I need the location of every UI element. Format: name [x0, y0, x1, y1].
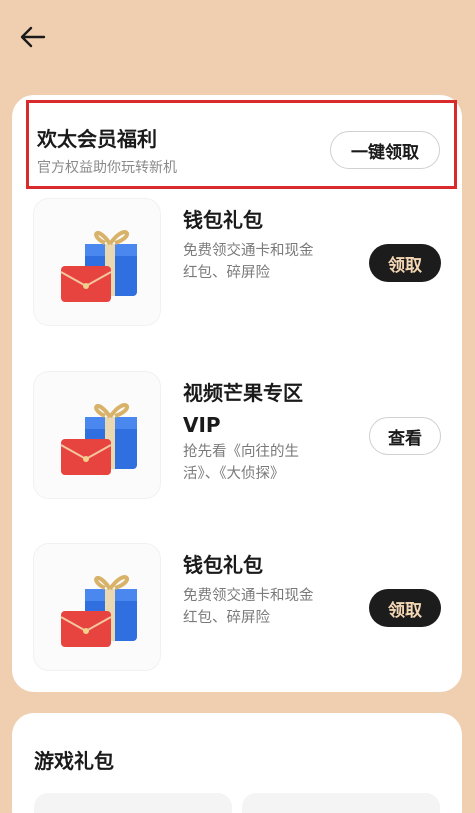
back-arrow-icon	[20, 26, 46, 48]
item-desc-line2: 红包、碎屏险	[183, 265, 270, 281]
list-item: 视频芒果专区 VIP 抢先看《向往的生 活》、《大侦探》 查看	[33, 371, 441, 501]
header-title: 欢太会员福利	[37, 127, 157, 151]
gift-icon	[33, 371, 161, 499]
list-item: 钱包礼包 免费领交通卡和现金 红包、碎屏险 领取	[33, 198, 441, 328]
top-bar	[0, 0, 475, 75]
game-gift-tile[interactable]	[34, 793, 232, 813]
benefits-header: 欢太会员福利 官方权益助你玩转新机 一键领取	[26, 100, 457, 189]
item-desc-line2: 红包、碎屏险	[183, 610, 270, 626]
game-gift-tile[interactable]	[242, 793, 440, 813]
gift-icon	[33, 543, 161, 671]
header-subtitle: 官方权益助你玩转新机	[37, 160, 177, 176]
game-gifts-card: 游戏礼包	[12, 713, 462, 813]
claim-button[interactable]: 领取	[369, 589, 441, 627]
item-title-line1: 视频芒果专区	[183, 381, 303, 405]
item-desc-line2: 活》、《大侦探》	[183, 466, 285, 482]
gift-icon	[33, 198, 161, 326]
view-button[interactable]: 查看	[369, 417, 441, 455]
item-title: 钱包礼包	[183, 208, 263, 232]
item-desc-line1: 免费领交通卡和现金	[183, 588, 314, 604]
item-desc-line1: 免费领交通卡和现金	[183, 243, 314, 259]
claim-all-button[interactable]: 一键领取	[330, 131, 440, 169]
claim-button[interactable]: 领取	[369, 244, 441, 282]
item-title: 钱包礼包	[183, 553, 263, 577]
back-button[interactable]	[16, 22, 50, 52]
list-item: 钱包礼包 免费领交通卡和现金 红包、碎屏险 领取	[33, 543, 441, 673]
item-desc-line1: 抢先看《向往的生	[183, 444, 299, 460]
game-gifts-title: 游戏礼包	[34, 749, 114, 773]
item-title-line2: VIP	[183, 413, 221, 437]
